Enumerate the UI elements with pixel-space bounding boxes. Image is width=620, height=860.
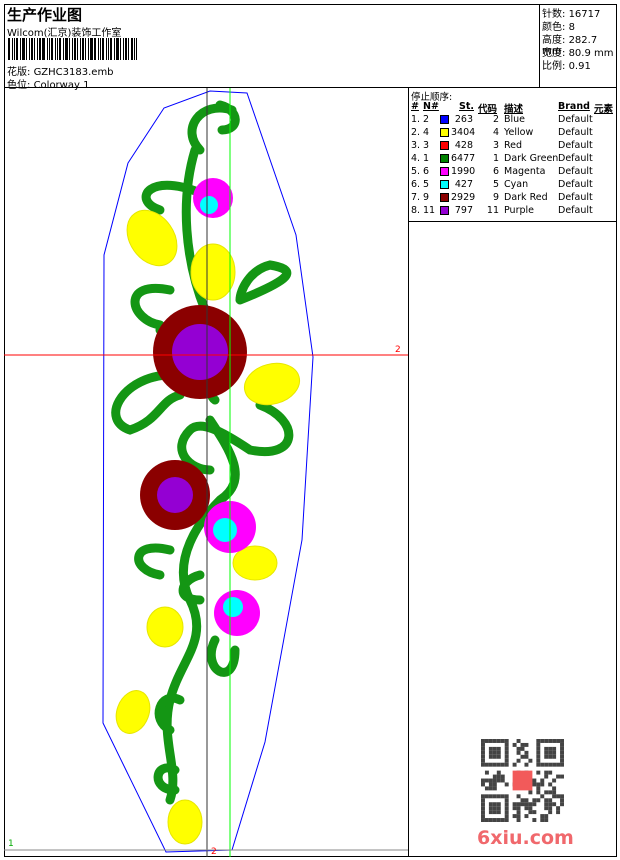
marker-1: 1 xyxy=(8,839,14,849)
embroidery-canvas xyxy=(4,88,408,857)
marker-2-bottom: 2 xyxy=(211,847,217,857)
watermark-logo: 6xiu.com xyxy=(477,827,574,849)
marker-2-right: 2 xyxy=(395,345,401,355)
qr-code xyxy=(481,739,564,822)
production-worksheet: 生产作业图 Wilcom(汇京)装饰工作室 花版: GZHC3183.emb 色… xyxy=(0,0,620,860)
